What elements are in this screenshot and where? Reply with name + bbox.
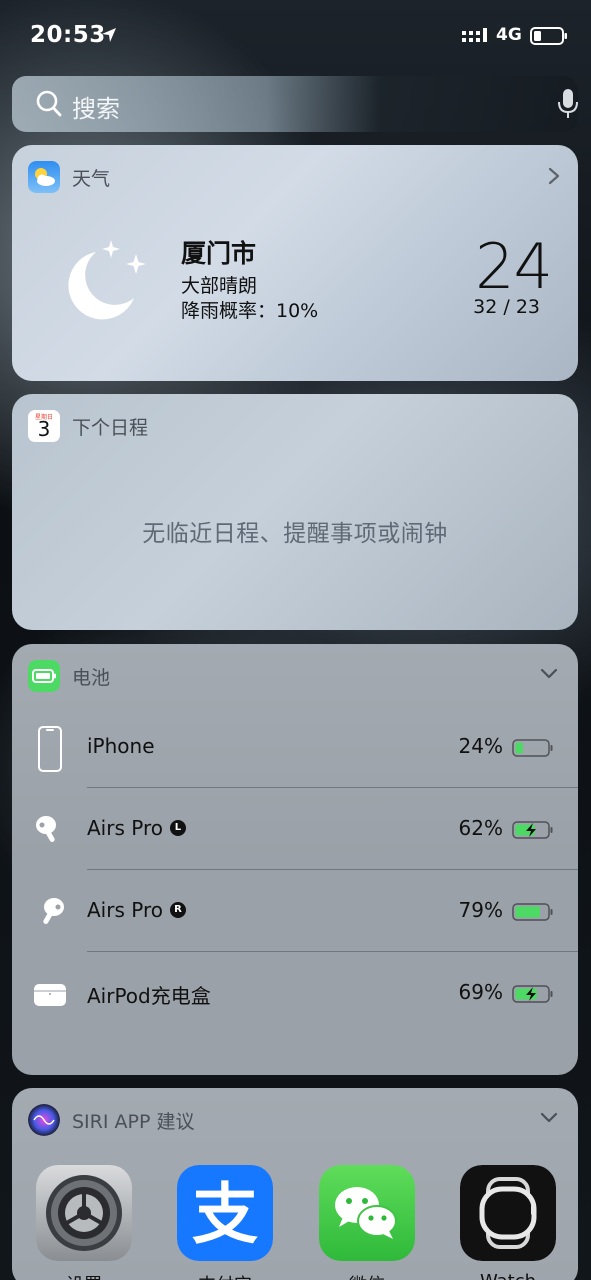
battery-percent: 69% bbox=[458, 980, 503, 1004]
wechat-icon bbox=[319, 1165, 415, 1261]
calendar-icon-date: 3 bbox=[37, 417, 51, 441]
chevron-right-icon[interactable] bbox=[548, 167, 560, 185]
battery-level-icon bbox=[512, 903, 553, 921]
location-icon bbox=[102, 28, 116, 42]
siri-header: SIRI APP 建议 bbox=[28, 1104, 194, 1136]
chevron-down-icon[interactable] bbox=[540, 1112, 558, 1124]
microphone-icon[interactable] bbox=[557, 88, 579, 120]
battery-percent: 79% bbox=[458, 898, 503, 922]
siri-icon bbox=[28, 1104, 60, 1136]
network-type: 4G bbox=[496, 25, 522, 45]
battery-row-iphone: iPhone 24% bbox=[12, 706, 578, 788]
search-icon bbox=[36, 90, 62, 117]
weather-high-low: 32 / 23 bbox=[473, 296, 540, 318]
device-name: iPhone bbox=[87, 734, 155, 758]
battery-row-airpod-left: Airs Pro L 62% bbox=[12, 788, 578, 870]
app-suggestions: 设置 支 支付宝 微信 bbox=[36, 1165, 566, 1280]
battery-row-airpod-case: AirPod充电盒 69% bbox=[12, 952, 578, 1034]
battery-row-airpod-right: Airs Pro R 79% bbox=[12, 870, 578, 952]
battery-percent: 62% bbox=[458, 816, 503, 840]
calendar-widget[interactable]: 星期日 3 下个日程 无临近日程、提醒事项或闹钟 bbox=[12, 394, 578, 630]
search-bar[interactable]: 搜索 bbox=[12, 76, 578, 132]
app-label: Watch bbox=[460, 1271, 556, 1280]
signal-icon bbox=[462, 28, 487, 42]
moon-stars-icon bbox=[68, 240, 146, 320]
chevron-down-icon[interactable] bbox=[540, 668, 558, 680]
battery-charging-icon bbox=[512, 985, 553, 1003]
settings-icon bbox=[36, 1165, 132, 1261]
calendar-empty-message: 无临近日程、提醒事项或闹钟 bbox=[142, 521, 448, 547]
calendar-header: 星期日 3 下个日程 bbox=[28, 410, 148, 442]
watch-icon bbox=[460, 1165, 556, 1261]
app-label: 微信 bbox=[319, 1271, 415, 1280]
device-name: Airs Pro R bbox=[87, 898, 186, 922]
siri-suggestions-widget: SIRI APP 建议 设置 支 支付宝 bbox=[12, 1088, 578, 1280]
calendar-title: 下个日程 bbox=[72, 416, 149, 439]
calendar-app-icon: 星期日 3 bbox=[28, 410, 60, 442]
weather-condition: 大部晴朗 bbox=[181, 275, 258, 297]
battery-charging-icon bbox=[512, 821, 553, 839]
battery-title: 电池 bbox=[72, 666, 111, 689]
battery-icon bbox=[530, 27, 567, 45]
status-time: 20:53 bbox=[30, 22, 106, 48]
weather-title: 天气 bbox=[72, 167, 111, 190]
iphone-icon bbox=[38, 726, 62, 772]
search-input[interactable]: 搜索 bbox=[72, 89, 120, 124]
battery-level-icon bbox=[512, 739, 553, 757]
weather-header: 天气 bbox=[28, 161, 110, 193]
app-alipay[interactable]: 支 支付宝 bbox=[177, 1165, 273, 1280]
app-watch[interactable]: Watch bbox=[460, 1165, 556, 1280]
airpod-left-icon bbox=[36, 816, 56, 843]
weather-temperature: 24 bbox=[475, 230, 553, 303]
status-bar: 20:53 4G bbox=[0, 0, 591, 70]
battery-percent: 24% bbox=[458, 734, 503, 758]
weather-city: 厦门市 bbox=[181, 239, 257, 268]
left-badge: L bbox=[169, 820, 186, 836]
app-wechat[interactable]: 微信 bbox=[319, 1165, 415, 1280]
weather-app-icon bbox=[28, 161, 60, 193]
alipay-icon: 支 bbox=[177, 1165, 273, 1261]
weather-rain-chance: 降雨概率：10% bbox=[181, 300, 319, 322]
battery-app-icon bbox=[28, 660, 60, 692]
device-name: AirPod充电盒 bbox=[87, 984, 211, 1008]
app-label: 设置 bbox=[36, 1271, 132, 1280]
app-label: 支付宝 bbox=[177, 1271, 273, 1280]
siri-title: SIRI APP 建议 bbox=[72, 1110, 195, 1133]
svg-text:支: 支 bbox=[192, 1176, 258, 1253]
battery-widget[interactable]: 电池 iPhone 24% Airs Pro L 62% Airs Pro R … bbox=[12, 644, 578, 1075]
device-name: Airs Pro L bbox=[87, 816, 186, 840]
airpod-case-icon bbox=[34, 984, 66, 1006]
weather-widget[interactable]: 天气 厦门市 大部晴朗 降雨概率：10% 24 32 / 23 bbox=[12, 145, 578, 381]
airpod-right-icon bbox=[43, 898, 64, 925]
battery-header: 电池 bbox=[28, 660, 110, 692]
app-settings[interactable]: 设置 bbox=[36, 1165, 132, 1280]
right-badge: R bbox=[169, 902, 186, 918]
